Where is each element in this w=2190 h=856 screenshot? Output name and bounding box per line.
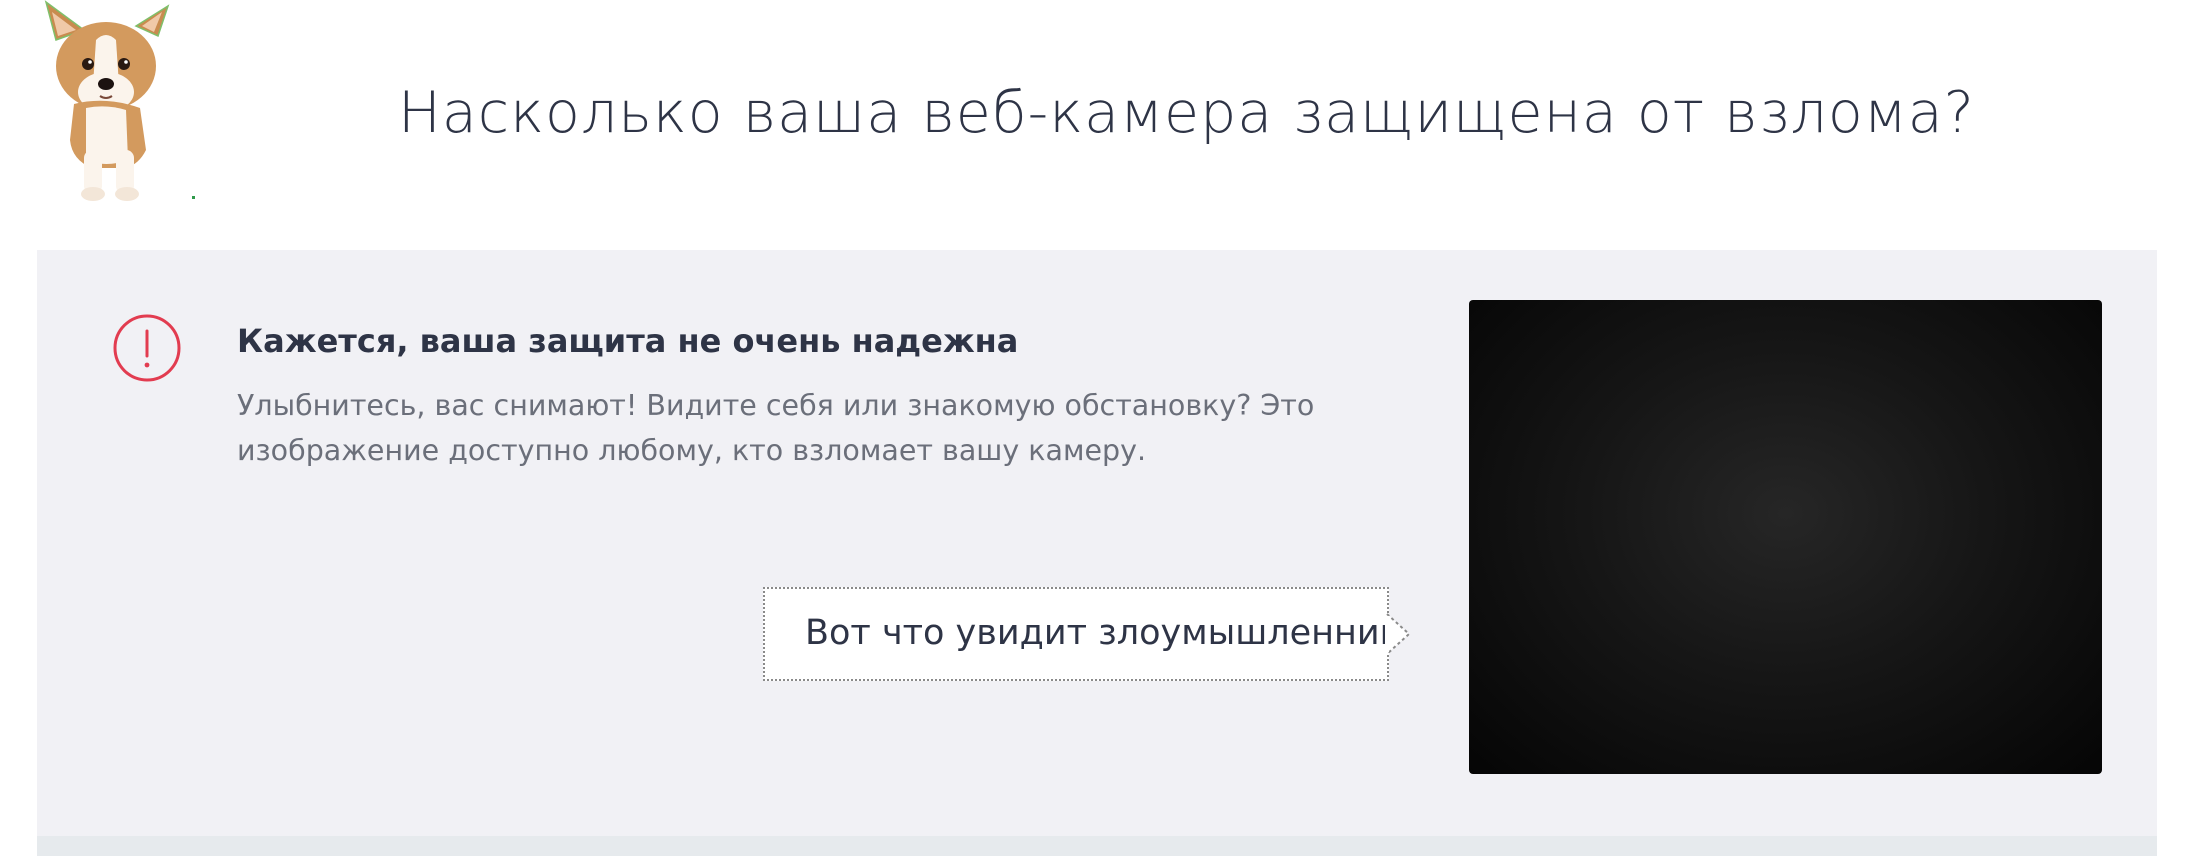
attacker-view-callout: Вот что увидит злоумышленник — [763, 587, 1401, 681]
alert-description: Улыбнитесь, вас снимают! Видите себя или… — [237, 389, 1315, 467]
webcam-preview — [1469, 300, 2102, 774]
exclamation-circle-icon — [113, 314, 181, 382]
panel-divider — [37, 836, 2157, 856]
page-title-text: Насколько ваша веб-камера защищена от вз… — [398, 80, 1975, 146]
page: Насколько ваша веб-камера защищена от вз… — [0, 0, 2190, 856]
callout-pointer-icon — [1385, 613, 1411, 655]
corgi-mascot-icon — [44, 0, 195, 201]
alert-title: Кажется, ваша защита не очень надежна — [237, 322, 1019, 360]
callout-label: Вот что увидит злоумышленник — [805, 613, 1401, 653]
